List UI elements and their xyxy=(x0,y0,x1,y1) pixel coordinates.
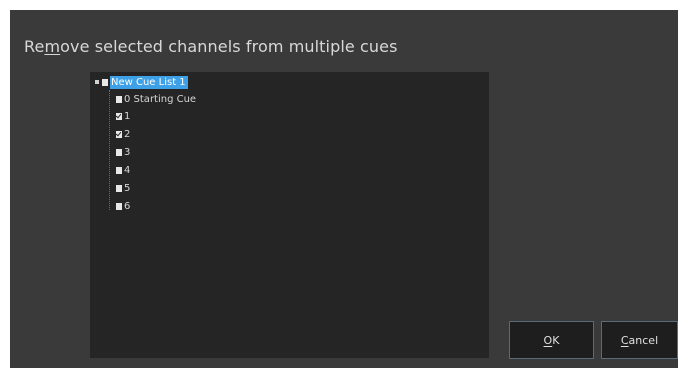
tree-item[interactable]: 6 xyxy=(116,199,130,213)
tree-item[interactable]: 4 xyxy=(116,163,130,177)
cancel-button[interactable]: Cancel xyxy=(601,321,678,359)
root-checkbox[interactable] xyxy=(102,78,108,86)
tree-item[interactable]: 0 Starting Cue xyxy=(116,92,196,106)
cue-label: 4 xyxy=(124,164,131,176)
cue-label: 6 xyxy=(124,200,131,212)
cue-checkbox[interactable] xyxy=(116,130,122,138)
tree-item[interactable]: 1 xyxy=(116,109,130,123)
cue-label: 1 xyxy=(124,110,131,122)
cue-checkbox[interactable] xyxy=(116,148,122,156)
cue-checkbox[interactable] xyxy=(116,95,122,103)
cue-checkbox[interactable] xyxy=(116,184,122,192)
dialog-title: Remove selected channels from multiple c… xyxy=(24,37,398,56)
tree-connector-line xyxy=(109,90,110,210)
tree-item[interactable]: 3 xyxy=(116,145,130,159)
remove-channels-dialog: Remove selected channels from multiple c… xyxy=(10,10,678,368)
cue-label: 5 xyxy=(124,182,131,194)
root-label: New Cue List 1 xyxy=(110,75,188,89)
tree-item[interactable]: 2 xyxy=(116,127,130,141)
cue-label: 3 xyxy=(124,146,131,158)
cue-label: 0 Starting Cue xyxy=(124,93,197,105)
ok-button[interactable]: OK xyxy=(509,321,594,359)
cue-checkbox[interactable] xyxy=(116,166,122,174)
collapse-icon[interactable] xyxy=(95,80,99,84)
cue-label: 2 xyxy=(124,128,131,140)
tree-root-cue-list[interactable]: New Cue List 1 xyxy=(95,75,188,89)
tree-item[interactable]: 5 xyxy=(116,181,130,195)
cue-checkbox[interactable] xyxy=(116,202,122,210)
cue-checkbox[interactable] xyxy=(116,112,122,120)
cue-tree[interactable]: New Cue List 1 0 Starting Cue 1 2 3 4 5 xyxy=(90,72,489,358)
